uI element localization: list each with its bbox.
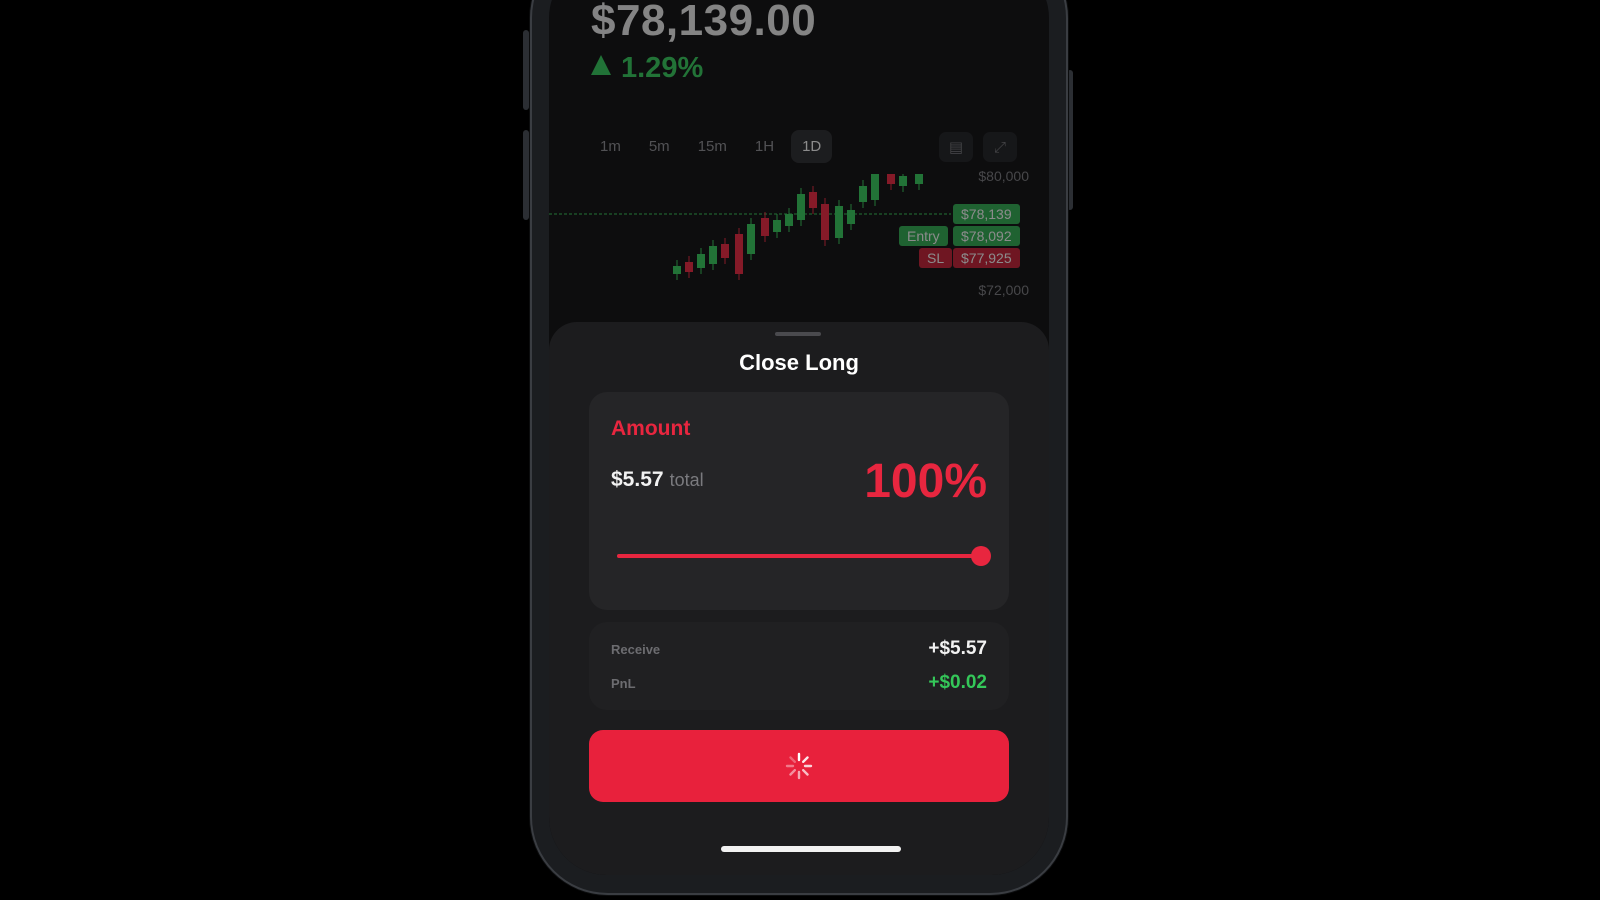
candle-body: [821, 204, 829, 240]
candle-body: [887, 174, 895, 184]
timeframe-15m[interactable]: 15m: [687, 130, 738, 163]
current-price: $78,139.00: [591, 0, 817, 45]
candle-body: [721, 244, 729, 258]
total-value: $5.57: [611, 468, 664, 491]
receive-label: Receive: [611, 641, 661, 657]
timeframe-1h[interactable]: 1H: [744, 130, 785, 163]
chart-type-icon[interactable]: ▤: [939, 132, 973, 162]
candle-body: [673, 266, 681, 274]
timeframe-1d[interactable]: 1D: [791, 130, 833, 163]
timeframe-1m[interactable]: 1m: [589, 130, 632, 163]
slider-thumb[interactable]: [971, 546, 991, 566]
price-change: 1.29%: [591, 52, 703, 85]
expand-icon[interactable]: ⤢: [983, 132, 1017, 162]
amount-card: Amount $5.57 total 100%: [589, 392, 1009, 610]
candle-body: [761, 218, 769, 236]
amount-slider[interactable]: [617, 546, 991, 566]
phone-screen: $78,139.00 1.29% 1m 5m 15m 1H 1D ▤ ⤢ $80…: [549, 0, 1049, 875]
candle-body: [685, 262, 693, 272]
stop-loss-price-tag: $77,925: [953, 248, 1020, 268]
sheet-title: Close Long: [739, 350, 859, 375]
stop-loss-tag: SL: [919, 248, 953, 268]
candle-body: [785, 214, 793, 226]
entry-tag: Entry: [899, 226, 948, 246]
candle-body: [871, 174, 879, 200]
candle-body: [735, 234, 743, 274]
phone-side-button: [523, 30, 529, 110]
receive-row: Receive +$5.57: [611, 638, 987, 660]
stage: $78,139.00 1.29% 1m 5m 15m 1H 1D ▤ ⤢ $80…: [0, 0, 1600, 900]
candle-body: [915, 174, 923, 184]
pnl-label: PnL: [611, 675, 636, 691]
candle-body: [697, 254, 705, 268]
home-indicator: [721, 846, 901, 852]
candle-body: [847, 210, 855, 224]
axis-label-top: $80,000: [978, 168, 1029, 184]
candle-body: [709, 246, 717, 264]
price-tag: $78,139: [953, 204, 1020, 224]
receive-value: +$5.57: [928, 638, 987, 659]
candle-body: [899, 176, 907, 186]
total-amount: $5.57 total: [611, 468, 704, 492]
spinner-icon: [785, 752, 813, 780]
candle-body: [835, 206, 843, 238]
pnl-row: PnL +$0.02: [611, 672, 987, 694]
sheet-grabber[interactable]: [775, 332, 821, 336]
summary-card: Receive +$5.57 PnL +$0.02: [589, 622, 1009, 710]
pnl-value: +$0.02: [928, 672, 987, 693]
timeframe-selector: 1m 5m 15m 1H 1D: [589, 130, 833, 163]
phone-volume-button: [523, 130, 529, 220]
timeframe-5m[interactable]: 5m: [638, 130, 681, 163]
entry-price-tag: $78,092: [953, 226, 1020, 246]
chart-tools: ▤ ⤢: [939, 132, 1017, 162]
price-change-value: 1.29%: [621, 52, 704, 84]
amount-label: Amount: [611, 417, 691, 440]
close-position-sheet: Close Long Amount $5.57 total 100% Receiv…: [549, 322, 1049, 875]
axis-label-bottom: $72,000: [978, 282, 1029, 298]
trading-view-background: $78,139.00 1.29% 1m 5m 15m 1H 1D ▤ ⤢ $80…: [549, 0, 1049, 360]
candle-body: [747, 224, 755, 254]
candle-body: [859, 186, 867, 202]
close-long-button[interactable]: [589, 730, 1009, 802]
amount-percent: 100%: [864, 455, 987, 508]
candles: [673, 174, 923, 280]
candle-body: [773, 220, 781, 232]
triangle-up-icon: [591, 55, 611, 75]
candle-body: [809, 192, 817, 208]
candle-body: [797, 194, 805, 220]
slider-fill: [617, 554, 981, 558]
total-suffix: total: [669, 470, 704, 490]
